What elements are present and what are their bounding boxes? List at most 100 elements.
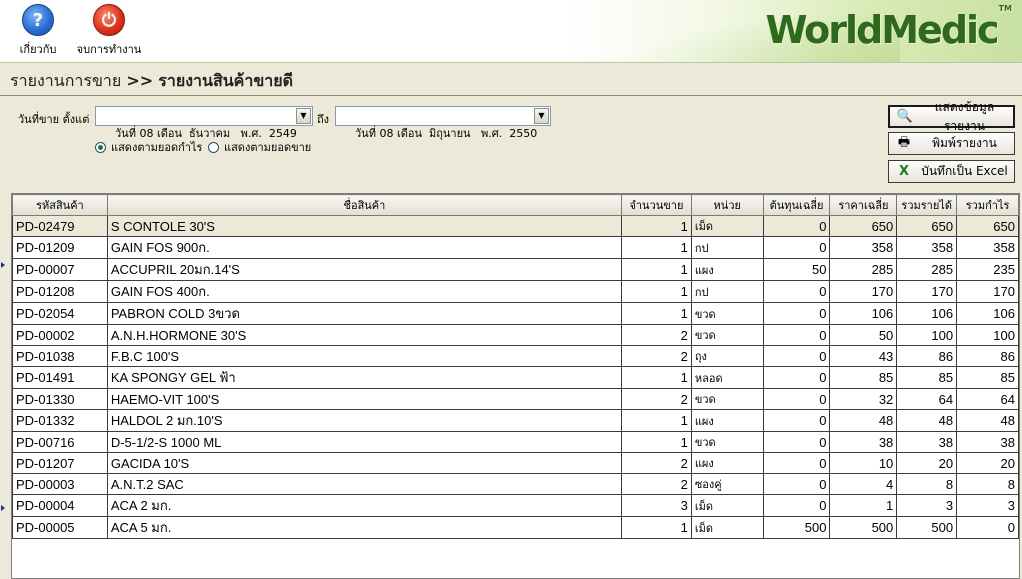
cell-unit[interactable]: เม็ด [690,494,764,517]
cell-total-revenue[interactable]: 8 [896,473,958,495]
cell-unit[interactable]: หลอด [690,366,764,389]
cell-total-profit[interactable]: 48 [956,409,1019,432]
cell-total-revenue[interactable]: 650 [896,215,958,237]
cell-code[interactable]: PD-00002 [12,324,108,346]
cell-qty[interactable]: 3 [621,494,692,517]
cell-qty[interactable]: 1 [621,516,692,539]
table-row[interactable]: PD-01209 GAIN FOS 900ก. 1 กป 0 358 358 358 [12,236,1019,259]
cell-avg-cost[interactable]: 0 [762,366,831,389]
cell-code[interactable]: PD-00005 [12,516,108,539]
save-excel-button[interactable]: X บันทึกเป็น Excel [888,160,1015,183]
cell-total-profit[interactable]: 20 [956,452,1019,474]
from-date-select[interactable]: วันที่ 08 เดือน ธันวาคม พ.ศ. 2549 ▼ [95,106,313,140]
cell-avg-price[interactable]: 43 [829,345,898,367]
cell-qty[interactable]: 1 [621,431,692,453]
cell-unit[interactable]: เม็ด [690,215,764,237]
table-row[interactable]: PD-01491 KA SPONGY GEL ฟ้า 1 หลอด 0 85 85 85 [12,366,1019,389]
cell-qty[interactable]: 1 [621,366,692,389]
cell-code[interactable]: PD-02054 [12,302,108,325]
cell-name[interactable]: ACCUPRIL 20มก.14'S [106,258,623,281]
cell-avg-cost[interactable]: 0 [762,494,831,517]
cell-avg-price[interactable]: 500 [829,516,898,539]
cell-code[interactable]: PD-02479 [12,215,108,237]
col-header-avg-cost[interactable]: ต้นทุนเฉลี่ย [762,194,831,216]
cell-code[interactable]: PD-01330 [12,388,108,410]
table-row[interactable]: PD-01038 F.B.C 100'S 2 ถุง 0 43 86 86 [12,345,1019,367]
cell-qty[interactable]: 2 [621,388,692,410]
cell-unit[interactable]: เม็ด [690,516,764,539]
cell-avg-price[interactable]: 1 [829,494,898,517]
print-report-button[interactable]: 🖶 พิมพ์รายงาน [888,132,1015,155]
cell-total-revenue[interactable]: 86 [896,345,958,367]
cell-total-profit[interactable]: 0 [956,516,1019,539]
cell-total-profit[interactable]: 170 [956,280,1019,303]
chevron-down-icon[interactable]: ▼ [534,108,549,124]
cell-total-revenue[interactable]: 3 [896,494,958,517]
cell-name[interactable]: S CONTOLE 30'S [106,215,623,237]
cell-unit[interactable]: ขวด [690,324,764,346]
cell-avg-cost[interactable]: 0 [762,431,831,453]
cell-avg-cost[interactable]: 0 [762,215,831,237]
cell-total-revenue[interactable]: 38 [896,431,958,453]
cell-qty[interactable]: 1 [621,215,692,237]
cell-code[interactable]: PD-00004 [12,494,108,517]
cell-qty[interactable]: 2 [621,473,692,495]
about-button[interactable]: ? เกี่ยวกับ [16,4,60,58]
cell-name[interactable]: HAEMO-VIT 100'S [106,388,623,410]
col-header-qty[interactable]: จำนวนขาย [621,194,692,216]
cell-avg-price[interactable]: 48 [829,409,898,432]
cell-unit[interactable]: แผง [690,409,764,432]
cell-name[interactable]: A.N.T.2 SAC [106,473,623,495]
col-header-total-revenue[interactable]: รวมรายได้ [896,194,958,216]
cell-qty[interactable]: 1 [621,302,692,325]
cell-qty[interactable]: 1 [621,280,692,303]
cell-total-revenue[interactable]: 170 [896,280,958,303]
col-header-total-profit[interactable]: รวมกำไร [956,194,1019,216]
radio-by-profit[interactable]: แสดงตามยอดกำไร [95,138,202,156]
cell-name[interactable]: GAIN FOS 900ก. [106,236,623,259]
cell-unit[interactable]: แผง [690,452,764,474]
cell-avg-price[interactable]: 85 [829,366,898,389]
show-report-button[interactable]: 🔍 แสดงข้อมูลรายงาน [888,100,1015,133]
cell-avg-cost[interactable]: 0 [762,452,831,474]
cell-avg-cost[interactable]: 50 [762,258,831,281]
cell-avg-price[interactable]: 10 [829,452,898,474]
cell-unit[interactable]: กป [690,236,764,259]
exit-button[interactable]: ⏻ จบการทำงาน [76,4,142,58]
cell-code[interactable]: PD-01332 [12,409,108,432]
cell-total-profit[interactable]: 85 [956,366,1019,389]
cell-unit[interactable]: ขวด [690,302,764,325]
cell-unit[interactable]: ถุง [690,345,764,367]
cell-name[interactable]: HALDOL 2 มก.10'S [106,409,623,432]
cell-avg-price[interactable]: 650 [829,215,898,237]
cell-avg-cost[interactable]: 0 [762,324,831,346]
cell-qty[interactable]: 1 [621,409,692,432]
cell-unit[interactable]: ซองคู่ [690,473,764,495]
report-table[interactable]: รหัสสินค้า ชื่อสินค้า จำนวนขาย หน่วย ต้น… [11,193,1020,579]
cell-total-revenue[interactable]: 64 [896,388,958,410]
cell-total-revenue[interactable]: 106 [896,302,958,325]
cell-name[interactable]: GACIDA 10'S [106,452,623,474]
cell-qty[interactable]: 2 [621,324,692,346]
cell-name[interactable]: A.N.H.HORMONE 30'S [106,324,623,346]
cell-name[interactable]: GAIN FOS 400ก. [106,280,623,303]
chevron-down-icon[interactable]: ▼ [296,108,311,124]
cell-avg-cost[interactable]: 0 [762,280,831,303]
table-row[interactable]: PD-01332 HALDOL 2 มก.10'S 1 แผง 0 48 48 48 [12,409,1019,432]
cell-name[interactable]: PABRON COLD 3ขวด [106,302,623,325]
cell-qty[interactable]: 1 [621,236,692,259]
cell-total-profit[interactable]: 358 [956,236,1019,259]
cell-code[interactable]: PD-01209 [12,236,108,259]
cell-name[interactable]: KA SPONGY GEL ฟ้า [106,366,623,389]
cell-total-profit[interactable]: 86 [956,345,1019,367]
table-row[interactable]: PD-01207 GACIDA 10'S 2 แผง 0 10 20 20 [12,452,1019,474]
cell-avg-price[interactable]: 32 [829,388,898,410]
cell-qty[interactable]: 2 [621,452,692,474]
cell-total-profit[interactable]: 106 [956,302,1019,325]
cell-qty[interactable]: 2 [621,345,692,367]
col-header-name[interactable]: ชื่อสินค้า [106,194,623,216]
cell-avg-cost[interactable]: 0 [762,473,831,495]
to-date-select[interactable]: วันที่ 08 เดือน มิถุนายน พ.ศ. 2550 ▼ [335,106,551,140]
cell-avg-cost[interactable]: 0 [762,345,831,367]
cell-total-profit[interactable]: 235 [956,258,1019,281]
